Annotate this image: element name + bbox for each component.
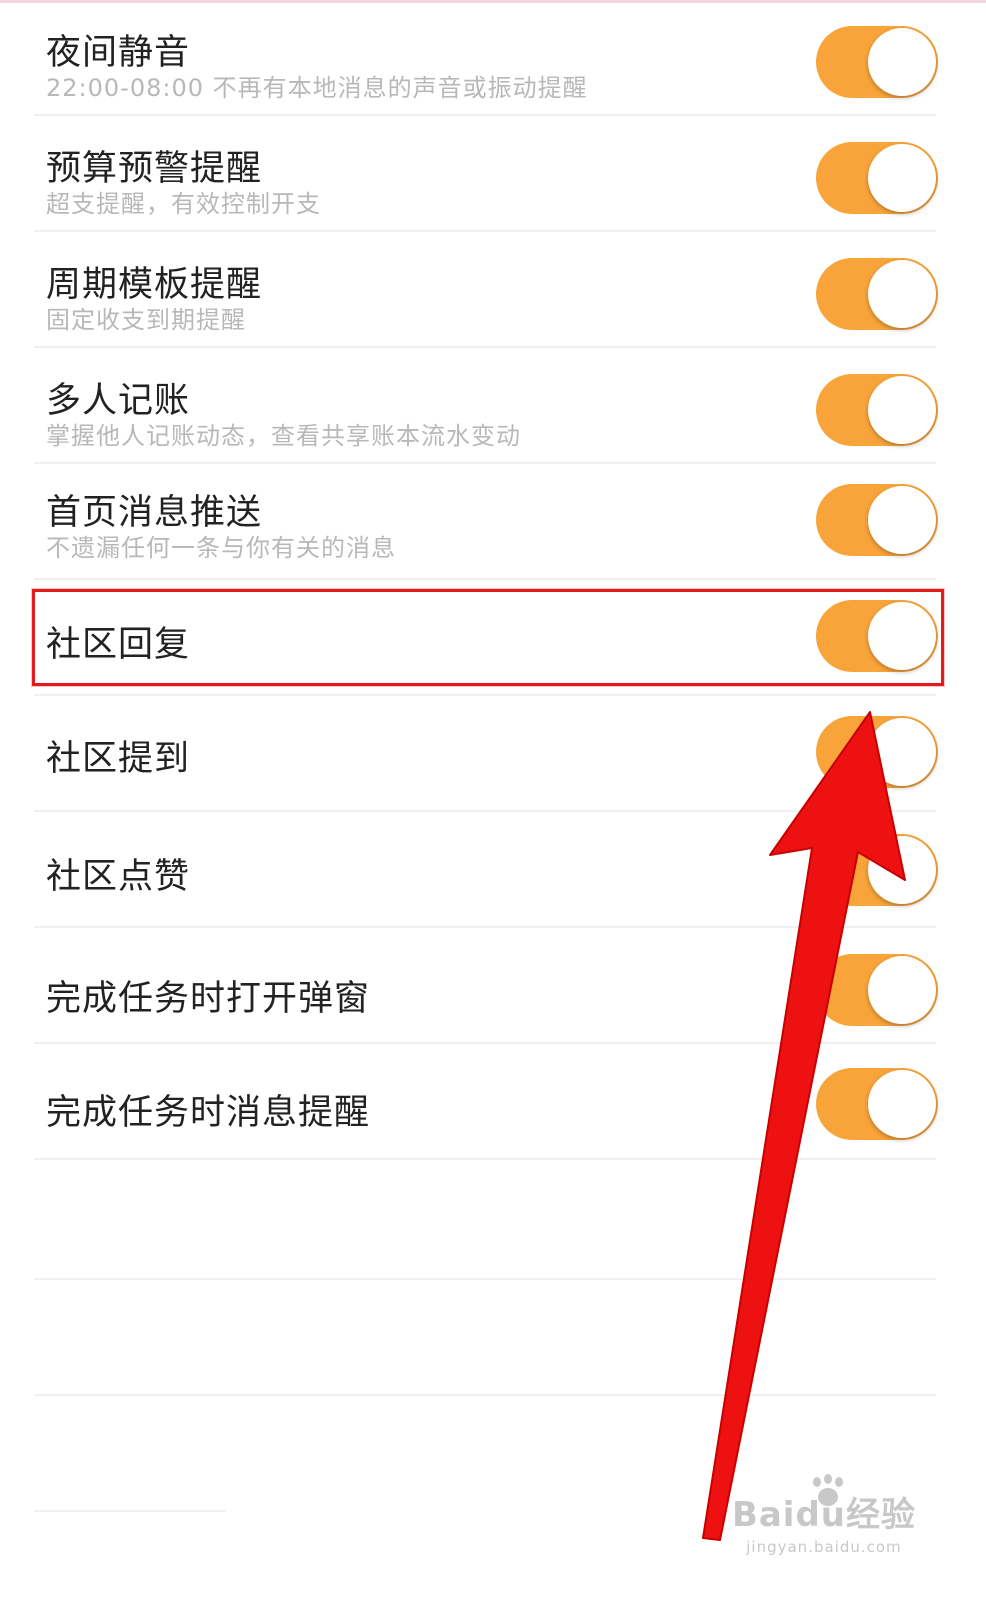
empty-divider [34, 1510, 226, 1512]
community-mention-toggle[interactable] [816, 716, 938, 788]
setting-subtitle: 掌握他人记账动态，查看共享账本流水变动 [46, 422, 521, 450]
night-mute-toggle[interactable] [816, 26, 938, 98]
task-popup-toggle[interactable] [816, 954, 938, 1026]
empty-divider [34, 1394, 936, 1396]
multi-user-bookkeeping-toggle[interactable] [816, 374, 938, 446]
toggle-knob [868, 1070, 936, 1138]
setting-title: 社区点赞 [46, 857, 191, 897]
toggle-knob [868, 260, 936, 328]
setting-title: 完成任务时打开弹窗 [46, 979, 371, 1019]
setting-title: 社区回复 [46, 625, 191, 665]
row-divider [34, 1158, 936, 1160]
setting-title: 完成任务时消息提醒 [46, 1093, 371, 1133]
watermark-url: jingyan.baidu.com [746, 1538, 902, 1556]
setting-row-task-message[interactable]: 完成任务时消息提醒 [0, 1044, 986, 1160]
setting-row-task-popup[interactable]: 完成任务时打开弹窗 [0, 928, 986, 1044]
setting-row-homepage-push[interactable]: 首页消息推送 不遗漏任何一条与你有关的消息 [0, 464, 986, 580]
toggle-knob [868, 486, 936, 554]
setting-subtitle: 22:00-08:00 不再有本地消息的声音或振动提醒 [46, 74, 588, 102]
setting-row-periodic-template[interactable]: 周期模板提醒 固定收支到期提醒 [0, 232, 986, 348]
toggle-knob [868, 836, 936, 904]
community-reply-toggle[interactable] [816, 600, 938, 672]
setting-subtitle: 超支提醒，有效控制开支 [46, 190, 321, 218]
setting-row-community-mention[interactable]: 社区提到 [0, 696, 986, 812]
toggle-knob [868, 602, 936, 670]
notification-settings-list: 夜间静音 22:00-08:00 不再有本地消息的声音或振动提醒 预算预警提醒 … [0, 0, 986, 1600]
watermark-logo-text: Baidu经验 [731, 1495, 916, 1535]
setting-row-community-like[interactable]: 社区点赞 [0, 812, 986, 928]
budget-alert-toggle[interactable] [816, 142, 938, 214]
task-message-toggle[interactable] [816, 1068, 938, 1140]
setting-row-multi-user-bookkeeping[interactable]: 多人记账 掌握他人记账动态，查看共享账本流水变动 [0, 348, 986, 464]
periodic-template-toggle[interactable] [816, 258, 938, 330]
toggle-knob [868, 956, 936, 1024]
toggle-knob [868, 144, 936, 212]
setting-row-night-mute[interactable]: 夜间静音 22:00-08:00 不再有本地消息的声音或振动提醒 [0, 0, 986, 116]
toggle-knob [868, 28, 936, 96]
empty-divider [34, 1278, 936, 1280]
setting-title: 社区提到 [46, 739, 191, 779]
setting-row-budget-alert[interactable]: 预算预警提醒 超支提醒，有效控制开支 [0, 116, 986, 232]
toggle-knob [868, 376, 936, 444]
baidu-jingyan-watermark: Baidu经验 jingyan.baidu.com [732, 1487, 916, 1556]
setting-subtitle: 不遗漏任何一条与你有关的消息 [46, 534, 396, 562]
toggle-knob [868, 718, 936, 786]
homepage-push-toggle[interactable] [816, 484, 938, 556]
setting-subtitle: 固定收支到期提醒 [46, 306, 246, 334]
community-like-toggle[interactable] [816, 834, 938, 906]
setting-row-community-reply[interactable]: 社区回复 [0, 580, 986, 696]
